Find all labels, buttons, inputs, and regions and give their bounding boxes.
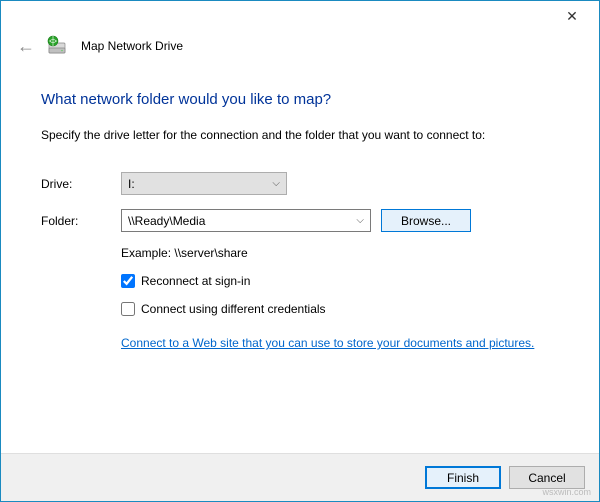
- folder-label: Folder:: [41, 214, 121, 228]
- drive-row: Drive: I: ⌵: [41, 172, 559, 195]
- drive-value: I:: [128, 177, 135, 191]
- content: What network folder would you like to ma…: [1, 63, 599, 352]
- reconnect-label: Reconnect at sign-in: [141, 274, 250, 288]
- finish-button[interactable]: Finish: [425, 466, 501, 489]
- folder-input[interactable]: [128, 214, 338, 228]
- browse-button[interactable]: Browse...: [381, 209, 471, 232]
- watermark: wsxwin.com: [542, 487, 591, 497]
- credentials-label: Connect using different credentials: [141, 302, 326, 316]
- credentials-row: Connect using different credentials: [121, 302, 559, 316]
- instruction-text: Specify the drive letter for the connect…: [41, 128, 559, 142]
- drive-select[interactable]: I: ⌵: [121, 172, 287, 195]
- reconnect-checkbox[interactable]: [121, 274, 135, 288]
- drive-label: Drive:: [41, 177, 121, 191]
- header: ← Map Network Drive: [1, 31, 599, 63]
- folder-row: Folder: ⌵ Browse...: [41, 209, 559, 232]
- folder-combobox[interactable]: ⌵: [121, 209, 371, 232]
- footer: Finish Cancel: [1, 453, 599, 501]
- chevron-down-icon: ⌵: [272, 178, 280, 189]
- cancel-button[interactable]: Cancel: [509, 466, 585, 489]
- network-drive-icon: [47, 35, 69, 57]
- connect-website-link[interactable]: Connect to a Web site that you can use t…: [121, 336, 534, 350]
- chevron-down-icon[interactable]: ⌵: [356, 215, 364, 226]
- example-text: Example: \\server\share: [121, 246, 559, 260]
- page-heading: What network folder would you like to ma…: [41, 91, 559, 108]
- back-arrow-icon[interactable]: ←: [17, 37, 35, 55]
- titlebar: ✕: [1, 1, 599, 31]
- credentials-checkbox[interactable]: [121, 302, 135, 316]
- wizard-title: Map Network Drive: [81, 39, 183, 53]
- close-button[interactable]: ✕: [557, 4, 587, 28]
- reconnect-row: Reconnect at sign-in: [121, 274, 559, 288]
